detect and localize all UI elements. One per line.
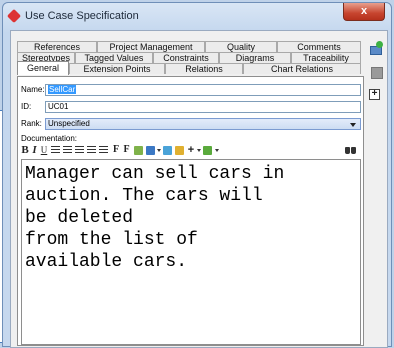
tab-general[interactable]: General <box>17 61 69 75</box>
tab-extension-points[interactable]: Extension Points <box>69 63 165 74</box>
align-right-icon[interactable] <box>75 144 84 157</box>
bulleted-list-icon[interactable] <box>87 144 96 157</box>
documentation-label: Documentation: <box>21 134 78 143</box>
insert-element-icon[interactable] <box>203 146 212 155</box>
tab-row-1: References Project Management Quality Co… <box>17 41 364 52</box>
tab-row-2: Stereotypes Tagged Values Constraints Di… <box>17 52 364 63</box>
rank-value: Unspecified <box>48 119 90 128</box>
add-stereotype-icon[interactable] <box>369 41 383 55</box>
tab-strip: References Project Management Quality Co… <box>17 41 364 75</box>
documentation-editor[interactable]: Manager can sell cars in auction. The ca… <box>21 159 361 345</box>
rank-select[interactable]: Unspecified <box>45 118 361 130</box>
align-left-icon[interactable] <box>51 144 60 157</box>
tab-chart-relations[interactable]: Chart Relations <box>243 63 361 74</box>
insert-link-icon[interactable] <box>175 146 184 155</box>
expand-plus-icon[interactable]: + <box>369 89 380 100</box>
align-center-icon[interactable] <box>63 144 72 157</box>
id-row: ID: UC01 <box>21 101 361 113</box>
side-toolbar: + <box>369 41 385 110</box>
chevron-down-icon[interactable] <box>157 149 161 152</box>
window-title: Use Case Specification <box>25 10 139 22</box>
chevron-down-icon[interactable] <box>197 149 201 152</box>
general-tab-panel: Name: SellCar ID: UC01 Rank: Unspecified… <box>17 76 364 346</box>
bold-button[interactable]: B <box>21 144 29 157</box>
tab-diagrams[interactable]: Diagrams <box>219 52 291 63</box>
numbered-list-icon[interactable] <box>99 144 108 157</box>
rank-row: Rank: Unspecified <box>21 118 361 130</box>
italic-button[interactable]: I <box>31 144 38 157</box>
rank-label: Rank: <box>21 119 42 128</box>
use-case-specification-dialog: Use Case Specification x References Proj… <box>2 2 392 348</box>
name-value: SellCar <box>48 85 77 94</box>
insert-image-icon[interactable] <box>163 146 172 155</box>
tab-relations[interactable]: Relations <box>165 63 243 74</box>
name-row: Name: SellCar <box>21 84 361 96</box>
chevron-down-icon <box>350 123 356 127</box>
font-button[interactable]: F <box>112 144 120 157</box>
close-button[interactable]: x <box>343 3 385 21</box>
tab-project-management[interactable]: Project Management <box>97 41 205 52</box>
chevron-down-icon[interactable] <box>215 149 219 152</box>
disabled-tool-icon <box>369 65 383 79</box>
title-bar[interactable]: Use Case Specification x <box>3 3 391 29</box>
tab-row-3: General Extension Points Relations Chart… <box>17 61 364 75</box>
tab-traceability[interactable]: Traceability <box>291 52 361 63</box>
underline-button[interactable]: U <box>40 144 48 157</box>
insert-plus-button[interactable]: + <box>187 144 195 157</box>
tab-quality[interactable]: Quality <box>205 41 277 52</box>
id-label: ID: <box>21 102 32 111</box>
find-binoculars-icon[interactable] <box>345 144 357 157</box>
dialog-body: References Project Management Quality Co… <box>10 30 388 348</box>
documentation-toolbar: B I U F F + <box>21 144 361 157</box>
tab-tagged-values[interactable]: Tagged Values <box>75 52 153 63</box>
id-field[interactable]: UC01 <box>45 101 361 113</box>
font-size-button[interactable]: F <box>122 144 131 157</box>
highlight-icon[interactable] <box>134 146 143 155</box>
tab-comments[interactable]: Comments <box>277 41 361 52</box>
app-icon <box>6 8 22 24</box>
name-field[interactable]: SellCar <box>45 84 361 96</box>
tab-constraints[interactable]: Constraints <box>153 52 219 63</box>
name-label: Name: <box>21 85 45 94</box>
tab-references[interactable]: References <box>17 41 97 52</box>
insert-table-icon[interactable] <box>146 146 155 155</box>
